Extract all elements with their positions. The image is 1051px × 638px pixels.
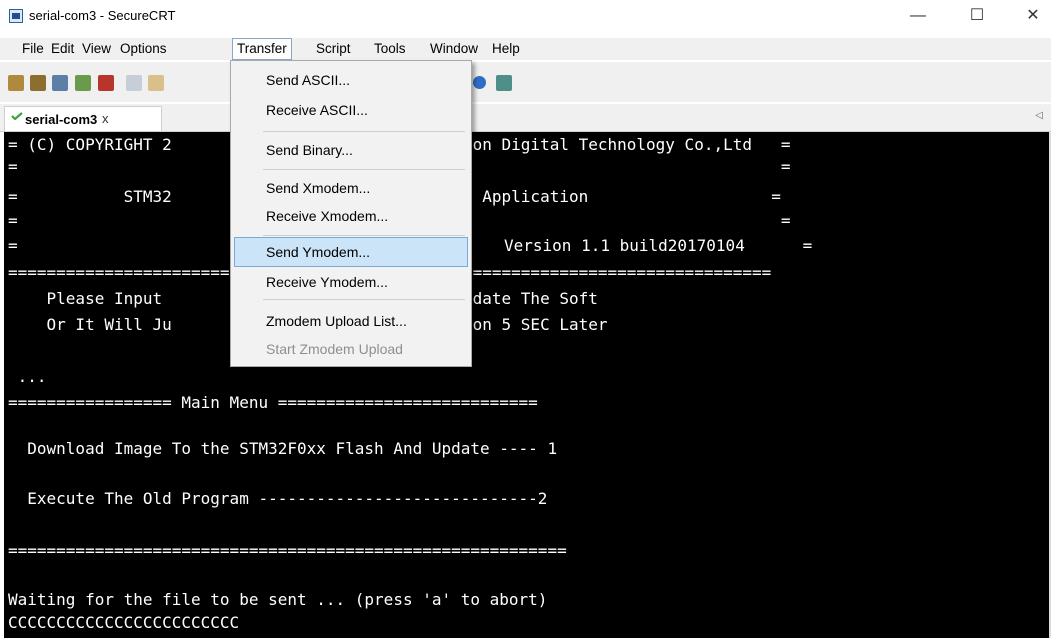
menu-item-receive-xmodem[interactable]: Receive Xmodem... — [234, 201, 468, 231]
terminal-line: Or It Will Ju — [8, 315, 172, 334]
copy-icon[interactable] — [126, 75, 142, 91]
menu-separator — [263, 169, 465, 170]
quick-connect-icon[interactable] — [30, 75, 46, 91]
connect-tab-icon[interactable] — [52, 75, 68, 91]
terminal-line: = — [8, 157, 18, 176]
terminal-line-fragment: pdate The Soft — [463, 289, 598, 308]
menu-tools[interactable]: Tools — [370, 38, 410, 60]
window-title: serial-com3 - SecureCRT — [29, 8, 176, 23]
title-bar: serial-com3 - SecureCRT — ☐ ✕ — [0, 0, 1051, 34]
terminal-line-fragment: ion 5 SEC Later — [463, 315, 608, 334]
menu-separator — [263, 131, 465, 132]
terminal-screen[interactable]: = (C) COPYRIGHT 2 = = STM32 = = ========… — [4, 132, 1049, 638]
terminal-line: = STM32 — [8, 187, 172, 206]
menu-item-send-binary[interactable]: Send Binary... — [234, 135, 468, 165]
session-tab-bar: serial-com3 x ◁ — [0, 104, 1051, 132]
menu-item-zmodem-upload-list[interactable]: Zmodem Upload List... — [234, 306, 468, 336]
connected-check-icon — [11, 112, 23, 120]
menu-item-start-zmodem-upload: Start Zmodem Upload — [266, 341, 403, 357]
menu-item-receive-ymodem[interactable]: Receive Ymodem... — [234, 267, 468, 297]
menu-help[interactable]: Help — [488, 38, 524, 60]
maximize-button[interactable]: ☐ — [962, 4, 992, 28]
terminal-line: ... — [8, 367, 47, 386]
menu-options[interactable]: Options — [116, 38, 171, 60]
terminal-line: = — [8, 211, 18, 230]
menu-script[interactable]: Script — [312, 38, 355, 60]
menu-separator — [263, 299, 465, 300]
connect-icon[interactable] — [8, 75, 24, 91]
terminal-line: CCCCCCCCCCCCCCCCCCCCCCCC — [8, 613, 240, 632]
terminal-line: = — [8, 236, 18, 255]
menu-transfer[interactable]: Transfer — [232, 38, 292, 60]
menu-bar: File Edit View Options Transfer Script T… — [0, 38, 1051, 60]
tab-label: serial-com3 — [25, 112, 98, 127]
minimize-button[interactable]: — — [903, 4, 933, 28]
paste-icon[interactable] — [148, 75, 164, 91]
terminal-line: ========================= — [8, 263, 249, 282]
terminal-line-fragment: ion Digital Technology Co.,Ltd = — [463, 135, 791, 154]
terminal-line-fragment: Version 1.1 build20170104 = — [504, 236, 813, 255]
disconnect-icon[interactable] — [98, 75, 114, 91]
terminal-line-fragment: e Application = — [463, 187, 781, 206]
reconnect-icon[interactable] — [75, 75, 91, 91]
menu-window[interactable]: Window — [426, 38, 482, 60]
help-icon[interactable] — [473, 76, 486, 89]
terminal-line: ================= Main Menu ============… — [8, 393, 538, 412]
terminal-line-fragment: = — [463, 211, 791, 230]
menu-item-receive-ascii[interactable]: Receive ASCII... — [234, 95, 468, 125]
menu-item-send-ymodem[interactable]: Send Ymodem... — [234, 237, 468, 267]
terminal-line: = (C) COPYRIGHT 2 — [8, 135, 172, 154]
terminal-line: Download Image To the STM32F0xx Flash An… — [8, 439, 558, 458]
menu-file[interactable]: File — [18, 38, 48, 60]
menu-edit[interactable]: Edit — [47, 38, 78, 60]
menu-item-send-ascii[interactable]: Send ASCII... — [234, 65, 468, 95]
terminal-line: Waiting for the file to be sent ... (pre… — [8, 590, 548, 609]
close-button[interactable]: ✕ — [1018, 4, 1048, 28]
tab-close-icon[interactable]: x — [102, 111, 109, 126]
menu-item-send-xmodem[interactable]: Send Xmodem... — [234, 173, 468, 203]
terminal-line: ========================================… — [8, 541, 567, 560]
terminal-line-fragment: ================================ — [463, 263, 772, 282]
terminal-line: Execute The Old Program ----------------… — [8, 489, 548, 508]
screen-map-icon[interactable] — [496, 75, 512, 91]
securecrt-app-icon — [9, 9, 23, 23]
tab-serial-com3[interactable]: serial-com3 x — [4, 106, 162, 131]
terminal-line-fragment: = — [463, 157, 791, 176]
tab-scroll-icon[interactable]: ◁ — [1035, 110, 1043, 121]
menu-separator — [263, 235, 465, 236]
terminal-line: Please Input — [8, 289, 163, 308]
toolbar — [0, 62, 1051, 102]
transfer-menu-dropdown: Send ASCII... Receive ASCII... Send Bina… — [230, 60, 472, 367]
menu-view[interactable]: View — [78, 38, 115, 60]
